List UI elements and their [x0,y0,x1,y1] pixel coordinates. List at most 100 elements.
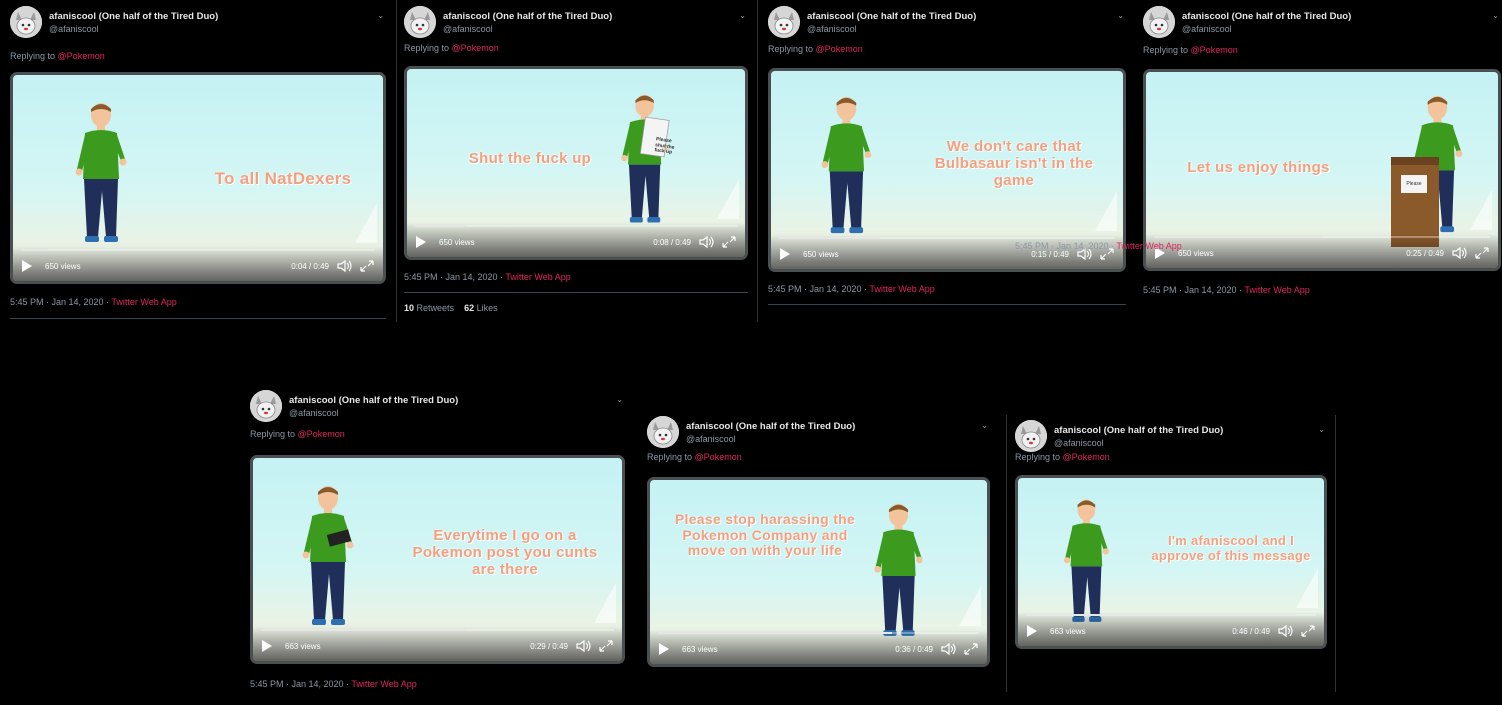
display-name[interactable]: afaniscool (One half of the Tired Duo) [807,11,976,22]
volume-icon[interactable] [337,259,353,273]
avatar[interactable] [404,6,436,38]
source-app[interactable]: Twitter Web App [1244,285,1309,295]
chevron-down-icon[interactable]: ⌄ [377,11,384,20]
tweet-header: afaniscool (One half of the Tired Duo) @a… [768,6,1126,42]
avatar[interactable] [647,416,679,448]
user-handle[interactable]: @afaniscool [686,434,736,444]
fullscreen-icon[interactable] [359,259,375,273]
progress-bar[interactable] [415,225,737,227]
mention-link[interactable]: @Pokemon [695,452,742,462]
divider [768,304,1126,305]
chevron-down-icon[interactable]: ⌄ [616,395,623,404]
column-divider [1006,415,1007,692]
video-caption: Let us enjoy things [1187,159,1330,176]
display-name[interactable]: afaniscool (One half of the Tired Duo) [1054,425,1223,436]
cartoon-character [617,91,672,234]
progress-bar[interactable] [1154,236,1490,238]
play-icon[interactable] [659,643,669,655]
play-icon[interactable] [416,236,426,248]
mention-link[interactable]: @Pokemon [452,43,499,53]
mention-link[interactable]: @Pokemon [816,44,863,54]
play-icon[interactable] [1027,625,1037,637]
video-time: 0:36 / 0:49 [895,645,933,654]
mention-link[interactable]: @Pokemon [298,429,345,439]
source-app[interactable]: Twitter Web App [869,284,934,294]
user-handle[interactable]: @afaniscool [1182,24,1232,34]
user-handle[interactable]: @afaniscool [1054,438,1104,448]
timestamp[interactable]: 5:45 PM · Jan 14, 2020 [10,297,104,307]
volume-icon[interactable] [1452,246,1468,260]
fullscreen-icon[interactable] [1300,624,1316,638]
chevron-down-icon[interactable]: ⌄ [1318,425,1325,434]
replying-to-label: Replying to [1015,452,1061,462]
video-controls: 663 views 0:46 / 0:49 [1018,612,1324,646]
timestamp[interactable]: 5:45 PM · Jan 14, 2020 [1015,241,1109,251]
source-app[interactable]: Twitter Web App [505,272,570,282]
volume-icon[interactable] [576,639,592,653]
progress-fill [658,632,893,634]
chevron-down-icon[interactable]: ⌄ [1117,11,1124,20]
timestamp[interactable]: 5:45 PM · Jan 14, 2020 [768,284,862,294]
video-player[interactable]: Please Let us enjoy things 650 views 0:25 /… [1143,69,1501,271]
video-player[interactable]: Please shut the fuck up Shut the fuck up 6… [404,66,748,260]
video-caption: Everytime I go on a Pokemon post you cun… [412,527,598,578]
user-handle[interactable]: @afaniscool [289,408,339,418]
timestamp[interactable]: 5:45 PM · Jan 14, 2020 [404,272,498,282]
chevron-down-icon[interactable]: ⌄ [739,11,746,20]
retweet-count-link[interactable]: 10 Retweets [404,303,454,313]
user-handle[interactable]: @afaniscool [443,24,493,34]
chevron-down-icon[interactable]: ⌄ [1492,11,1499,20]
mention-link[interactable]: @Pokemon [58,51,105,61]
tweet-card[interactable]: afaniscool (One half of the Tired Duo) @a… [1143,6,1501,311]
play-icon[interactable] [262,640,272,652]
fullscreen-icon[interactable] [721,235,737,249]
progress-fill [1154,236,1322,238]
replying-to: Replying to @Pokemon [768,44,863,54]
tweet-card[interactable]: afaniscool (One half of the Tired Duo) @a… [404,6,748,318]
chevron-down-icon[interactable]: ⌄ [981,421,988,430]
avatar[interactable] [250,390,282,422]
volume-icon[interactable] [1278,624,1294,638]
video-controls: 663 views 0:36 / 0:49 [650,630,987,664]
tweet-card[interactable]: afaniscool (One half of the Tired Duo) @a… [10,6,386,344]
mention-link[interactable]: @Pokemon [1191,45,1238,55]
mention-link[interactable]: @Pokemon [1063,452,1110,462]
display-name[interactable]: afaniscool (One half of the Tired Duo) [49,11,218,22]
fullscreen-icon[interactable] [963,642,979,656]
display-name[interactable]: afaniscool (One half of the Tired Duo) [1182,11,1351,22]
play-icon[interactable] [22,260,32,272]
tweet-card[interactable]: afaniscool (One half of the Tired Duo) @a… [768,6,1126,330]
play-icon[interactable] [780,248,790,260]
volume-icon[interactable] [699,235,715,249]
avatar[interactable] [768,6,800,38]
fullscreen-icon[interactable] [598,639,614,653]
user-handle[interactable]: @afaniscool [49,24,99,34]
display-name[interactable]: afaniscool (One half of the Tired Duo) [686,421,855,432]
timestamp[interactable]: 5:45 PM · Jan 14, 2020 [250,679,344,689]
timestamp[interactable]: 5:45 PM · Jan 14, 2020 [1143,285,1237,295]
source-app[interactable]: Twitter Web App [111,297,176,307]
avatar[interactable] [1015,420,1047,452]
display-name[interactable]: afaniscool (One half of the Tired Duo) [443,11,612,22]
progress-bar[interactable] [779,237,1115,239]
avatar[interactable] [1143,6,1175,38]
fullscreen-icon[interactable] [1474,246,1490,260]
user-handle[interactable]: @afaniscool [807,24,857,34]
source-app[interactable]: Twitter Web App [1116,241,1181,251]
progress-bar[interactable] [21,249,375,251]
volume-icon[interactable] [941,642,957,656]
tweet-header: afaniscool (One half of the Tired Duo) @a… [1143,6,1501,42]
video-player[interactable]: Please stop harassing the Pokemon Compan… [647,477,990,667]
video-player[interactable]: Everytime I go on a Pokemon post you cun… [250,455,625,664]
tweet-card[interactable]: afaniscool (One half of the Tired Duo) @a… [250,390,625,705]
video-player[interactable]: I'm afaniscool and I approve of this mes… [1015,475,1327,649]
video-player[interactable]: To all NatDexers 650 views 0:04 / 0:49 [10,72,386,284]
source-app[interactable]: Twitter Web App [351,679,416,689]
like-count-link[interactable]: 62 Likes [464,303,498,313]
view-count: 663 views [285,642,321,651]
progress-bar[interactable] [658,632,979,634]
progress-bar[interactable] [261,629,614,631]
display-name[interactable]: afaniscool (One half of the Tired Duo) [289,395,458,406]
progress-bar[interactable] [1026,614,1316,616]
avatar[interactable] [10,6,42,38]
